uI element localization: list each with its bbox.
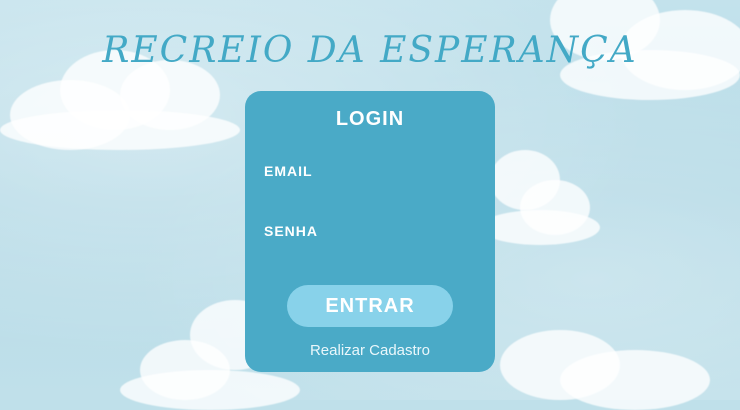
email-label: EMAIL [264,163,313,179]
login-heading: LOGIN [335,108,405,130]
cloud [480,210,600,245]
cloud [560,350,710,410]
register-link[interactable]: Realizar Cadastro [245,342,495,359]
password-label: SENHA [264,223,319,239]
app-title: RECREIO DA ESPERANÇA [102,30,638,71]
enter-button[interactable]: ENTRAR [287,285,453,327]
email-input[interactable] [262,183,476,205]
cloud [120,370,300,410]
password-input[interactable] [262,243,476,265]
